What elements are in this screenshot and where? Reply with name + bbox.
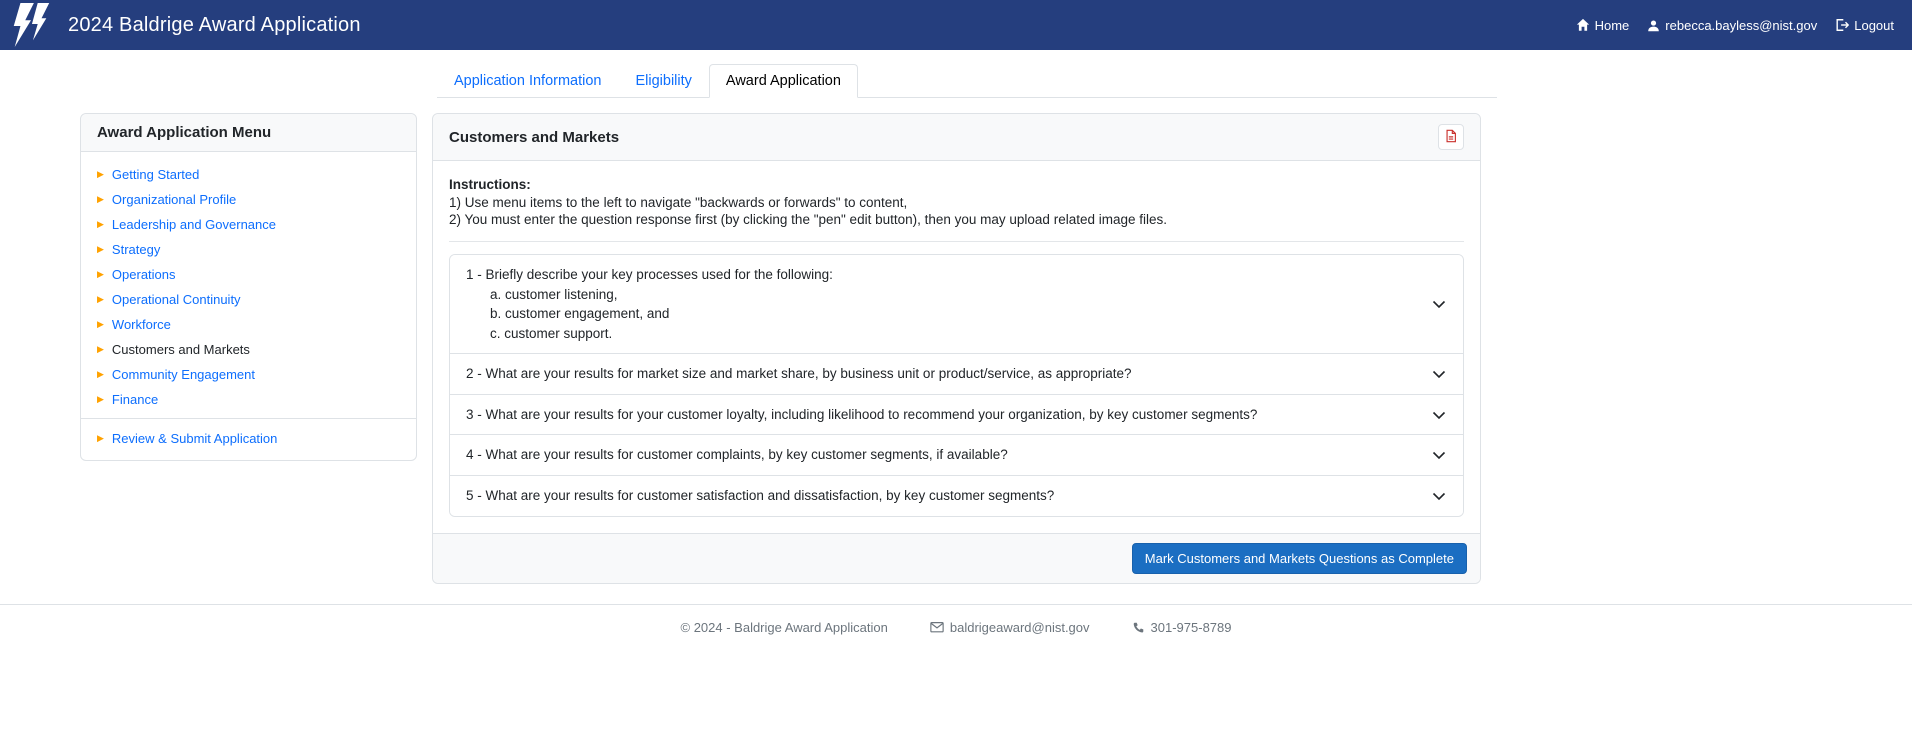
logout-label: Logout: [1854, 18, 1894, 33]
sidebar-item-label: Strategy: [112, 242, 160, 257]
instruction-line: 1) Use menu items to the left to navigat…: [449, 195, 1464, 210]
logout-icon: [1835, 18, 1849, 32]
sidebar-item-getting-started[interactable]: ▶ Getting Started: [81, 162, 416, 187]
footer-phone: 301-975-8789: [1132, 620, 1232, 635]
chevron-down-icon: [1431, 407, 1447, 423]
bullet-icon: ▶: [97, 245, 104, 254]
navbar-links: Home rebecca.bayless@nist.gov Logout: [1558, 18, 1894, 33]
question-2-row[interactable]: 2 - What are your results for market siz…: [450, 354, 1463, 395]
sidebar-item-label: Getting Started: [112, 167, 199, 182]
panel-header: Customers and Markets: [433, 114, 1480, 161]
envelope-icon: [930, 621, 944, 633]
export-pdf-button[interactable]: [1438, 124, 1464, 150]
sidebar-item-label: Workforce: [112, 317, 171, 332]
chevron-down-icon: [1431, 366, 1447, 382]
panel-body: Instructions: 1) Use menu items to the l…: [433, 161, 1480, 533]
sidebar-item-community-engagement[interactable]: ▶ Community Engagement: [81, 362, 416, 387]
footer-email-label: baldrigeaward@nist.gov: [950, 620, 1090, 635]
footer-email: baldrigeaward@nist.gov: [930, 620, 1090, 635]
sidebar-item-customers-and-markets[interactable]: ▶ Customers and Markets: [81, 337, 416, 362]
home-link[interactable]: Home: [1576, 18, 1630, 33]
bullet-icon: ▶: [97, 395, 104, 404]
question-2-text: 2 - What are your results for market siz…: [466, 364, 1132, 384]
footer-copyright: © 2024 - Baldrige Award Application: [681, 620, 888, 635]
question-3-row[interactable]: 3 - What are your results for your custo…: [450, 395, 1463, 436]
bullet-icon: ▶: [97, 434, 104, 443]
tab-eligibility[interactable]: Eligibility: [619, 64, 709, 98]
tab-bar: Application Information Eligibility Awar…: [437, 64, 1497, 98]
brand: 2024 Baldrige Award Application: [8, 2, 361, 48]
user-icon: [1647, 19, 1660, 32]
top-navbar: 2024 Baldrige Award Application Home reb…: [0, 0, 1912, 50]
user-email-label: rebecca.bayless@nist.gov: [1665, 18, 1817, 33]
question-text: 1 - Briefly describe your key processes …: [466, 265, 833, 285]
sidebar-item-organizational-profile[interactable]: ▶ Organizational Profile: [81, 187, 416, 212]
panel-footer: Mark Customers and Markets Questions as …: [433, 533, 1480, 583]
content-area: Award Application Menu ▶ Getting Started…: [0, 113, 1912, 584]
chevron-down-icon: [1431, 488, 1447, 504]
tab-application-information[interactable]: Application Information: [437, 64, 619, 98]
footer-content: © 2024 - Baldrige Award Application bald…: [681, 620, 1232, 635]
phone-icon: [1132, 621, 1145, 634]
sidebar-item-label: Operational Continuity: [112, 292, 241, 307]
menu-title-label: Award Application Menu: [97, 124, 271, 141]
customers-and-markets-panel: Customers and Markets Instructions: 1) U…: [432, 113, 1481, 584]
question-5-row[interactable]: 5 - What are your results for customer s…: [450, 476, 1463, 516]
panel-title: Customers and Markets: [449, 129, 619, 146]
question-1-text: 1 - Briefly describe your key processes …: [466, 265, 833, 343]
bullet-icon: ▶: [97, 270, 104, 279]
chevron-down-icon: [1431, 447, 1447, 463]
question-subitem: b. customer engagement, and: [490, 304, 833, 324]
sidebar-item-operational-continuity[interactable]: ▶ Operational Continuity: [81, 287, 416, 312]
bullet-icon: ▶: [97, 370, 104, 379]
instruction-line: 2) You must enter the question response …: [449, 212, 1464, 227]
home-icon: [1576, 18, 1590, 32]
question-4-row[interactable]: 4 - What are your results for customer c…: [450, 435, 1463, 476]
sidebar-item-review-submit-application[interactable]: ▶ Review & Submit Application: [81, 429, 416, 448]
sidebar-item-operations[interactable]: ▶ Operations: [81, 262, 416, 287]
footer-phone-label: 301-975-8789: [1151, 620, 1232, 635]
questions-accordion: 1 - Briefly describe your key processes …: [449, 254, 1464, 517]
divider: [449, 241, 1464, 242]
sidebar-item-workforce[interactable]: ▶ Workforce: [81, 312, 416, 337]
sidebar-item-label: Operations: [112, 267, 176, 282]
menu-title: Award Application Menu: [81, 114, 416, 152]
question-subitem: a. customer listening,: [490, 285, 833, 305]
bullet-icon: ▶: [97, 195, 104, 204]
bullet-icon: ▶: [97, 320, 104, 329]
bullet-icon: ▶: [97, 220, 104, 229]
mark-complete-button[interactable]: Mark Customers and Markets Questions as …: [1132, 543, 1467, 574]
baldrige-logo-icon: [8, 2, 54, 48]
menu-list: ▶ Getting Started ▶ Organizational Profi…: [81, 162, 416, 412]
bullet-icon: ▶: [97, 345, 104, 354]
app-title: 2024 Baldrige Award Application: [68, 14, 361, 37]
award-application-menu: Award Application Menu ▶ Getting Started…: [80, 113, 417, 461]
instructions-heading: Instructions:: [449, 177, 1464, 192]
logout-link[interactable]: Logout: [1835, 18, 1894, 33]
sidebar-item-label: Review & Submit Application: [112, 431, 277, 446]
question-subitem: c. customer support.: [490, 324, 833, 344]
sidebar-item-label: Customers and Markets: [112, 342, 250, 357]
sidebar-item-label: Leadership and Governance: [112, 217, 276, 232]
tab-award-application[interactable]: Award Application: [709, 64, 858, 98]
sidebar-item-label: Finance: [112, 392, 158, 407]
sidebar-item-label: Organizational Profile: [112, 192, 236, 207]
sidebar-item-strategy[interactable]: ▶ Strategy: [81, 237, 416, 262]
question-1-row[interactable]: 1 - Briefly describe your key processes …: [450, 255, 1463, 354]
bullet-icon: ▶: [97, 295, 104, 304]
bullet-icon: ▶: [97, 170, 104, 179]
sidebar-item-finance[interactable]: ▶ Finance: [81, 387, 416, 412]
menu-footer-section: ▶ Review & Submit Application: [81, 418, 416, 460]
pdf-file-icon: [1444, 129, 1458, 146]
chevron-down-icon: [1431, 296, 1447, 312]
question-4-text: 4 - What are your results for customer c…: [466, 445, 1008, 465]
page-footer: © 2024 - Baldrige Award Application bald…: [0, 604, 1912, 650]
sidebar-item-label: Community Engagement: [112, 367, 255, 382]
question-5-text: 5 - What are your results for customer s…: [466, 486, 1054, 506]
question-3-text: 3 - What are your results for your custo…: [466, 405, 1257, 425]
sidebar-item-leadership-and-governance[interactable]: ▶ Leadership and Governance: [81, 212, 416, 237]
home-label: Home: [1595, 18, 1630, 33]
user-email-link[interactable]: rebecca.bayless@nist.gov: [1647, 18, 1817, 33]
